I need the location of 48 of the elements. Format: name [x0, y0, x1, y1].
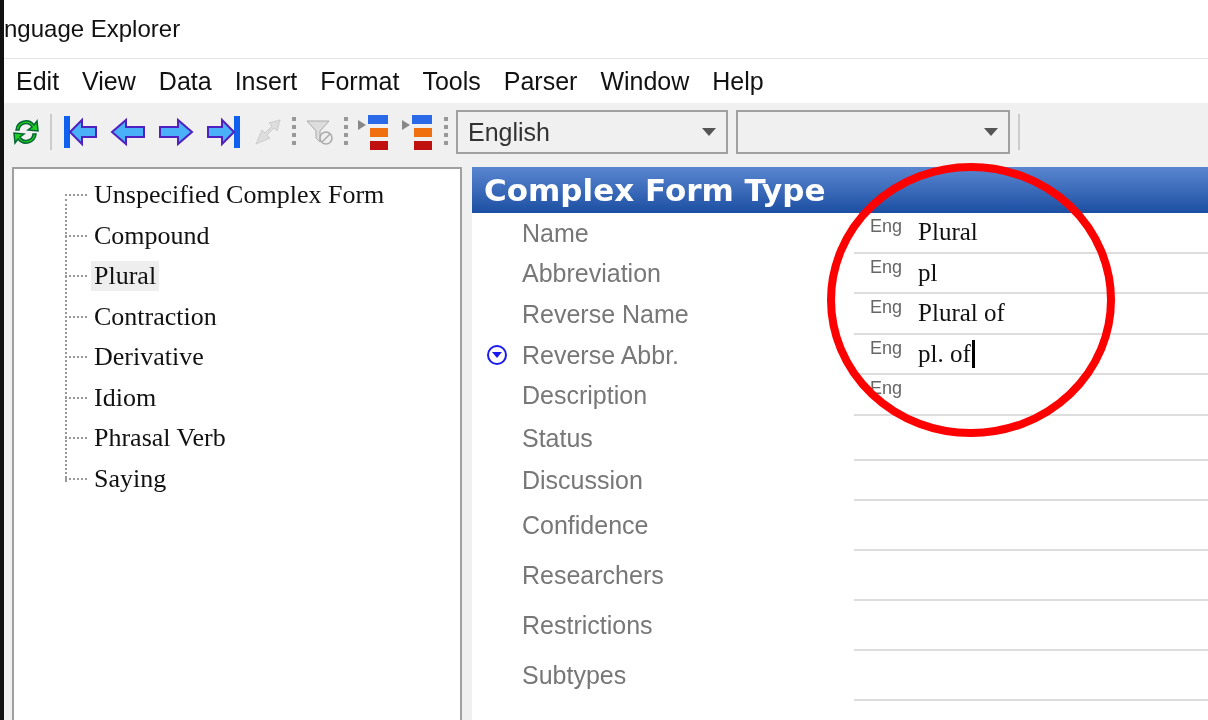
- writing-system-label: Eng: [870, 216, 903, 237]
- field-label: Abbreviation: [522, 258, 662, 290]
- window-title: nguage Explorer: [4, 15, 181, 43]
- menu-item[interactable]: Tools: [418, 66, 500, 96]
- field-label: Reverse Abbr.: [522, 339, 681, 371]
- writing-system-dropdown[interactable]: English: [456, 110, 728, 154]
- detail-title: Complex Form Type: [484, 172, 826, 208]
- caret-icon: [984, 128, 998, 136]
- menu-item[interactable]: Help: [708, 66, 783, 96]
- menu-item[interactable]: Edit: [12, 66, 79, 96]
- field-label: Discussion: [522, 465, 644, 497]
- writing-system-label: Eng: [870, 256, 903, 278]
- field-label: Researchers: [522, 560, 665, 592]
- dropdown-circle-icon[interactable]: [486, 344, 508, 367]
- text-field[interactable]: Eng pl. of: [854, 334, 1208, 376]
- text-field[interactable]: Eng Plural of: [854, 294, 1208, 335]
- field-value: pl: [918, 258, 939, 287]
- text-field[interactable]: Eng Plural: [854, 213, 1208, 254]
- writing-system-label: Eng: [870, 337, 903, 359]
- text-field[interactable]: Eng pl: [854, 253, 1208, 295]
- caret-icon: [702, 128, 716, 136]
- field-label: Subtypes: [522, 660, 628, 692]
- menu-item[interactable]: Insert: [230, 66, 317, 96]
- menu-item[interactable]: View: [78, 66, 155, 96]
- menu-item[interactable]: Window: [596, 66, 709, 96]
- menu-item[interactable]: Format: [316, 66, 419, 96]
- menu-item[interactable]: Parser: [499, 66, 597, 96]
- field-label: Restrictions: [522, 610, 654, 642]
- field-value: Plural: [918, 218, 979, 247]
- field-value: pl. of: [918, 340, 975, 369]
- tree-item[interactable]: Idiom: [91, 382, 160, 413]
- tree-item[interactable]: Unspecified Complex Form: [91, 180, 388, 211]
- tree-item[interactable]: Derivative: [91, 342, 207, 373]
- tree-item[interactable]: Phrasal Verb: [91, 423, 229, 454]
- menu-item[interactable]: Data: [154, 66, 231, 96]
- field-label: Description: [522, 380, 649, 412]
- tree-item[interactable]: Contraction: [91, 301, 220, 332]
- field-label: Name: [522, 217, 590, 249]
- field-label: Reverse Name: [522, 299, 690, 330]
- refresh-icon[interactable]: [10, 116, 42, 148]
- tree-item[interactable]: Saying: [91, 463, 170, 494]
- field-label: Status: [522, 422, 594, 454]
- writing-system-label: Eng: [870, 297, 903, 319]
- style-dropdown[interactable]: [736, 110, 1010, 154]
- tree-item[interactable]: Plural: [91, 261, 160, 292]
- field-label: Confidence: [522, 510, 650, 542]
- field-value: Plural of: [918, 299, 1006, 328]
- tree-item[interactable]: Compound: [91, 220, 213, 251]
